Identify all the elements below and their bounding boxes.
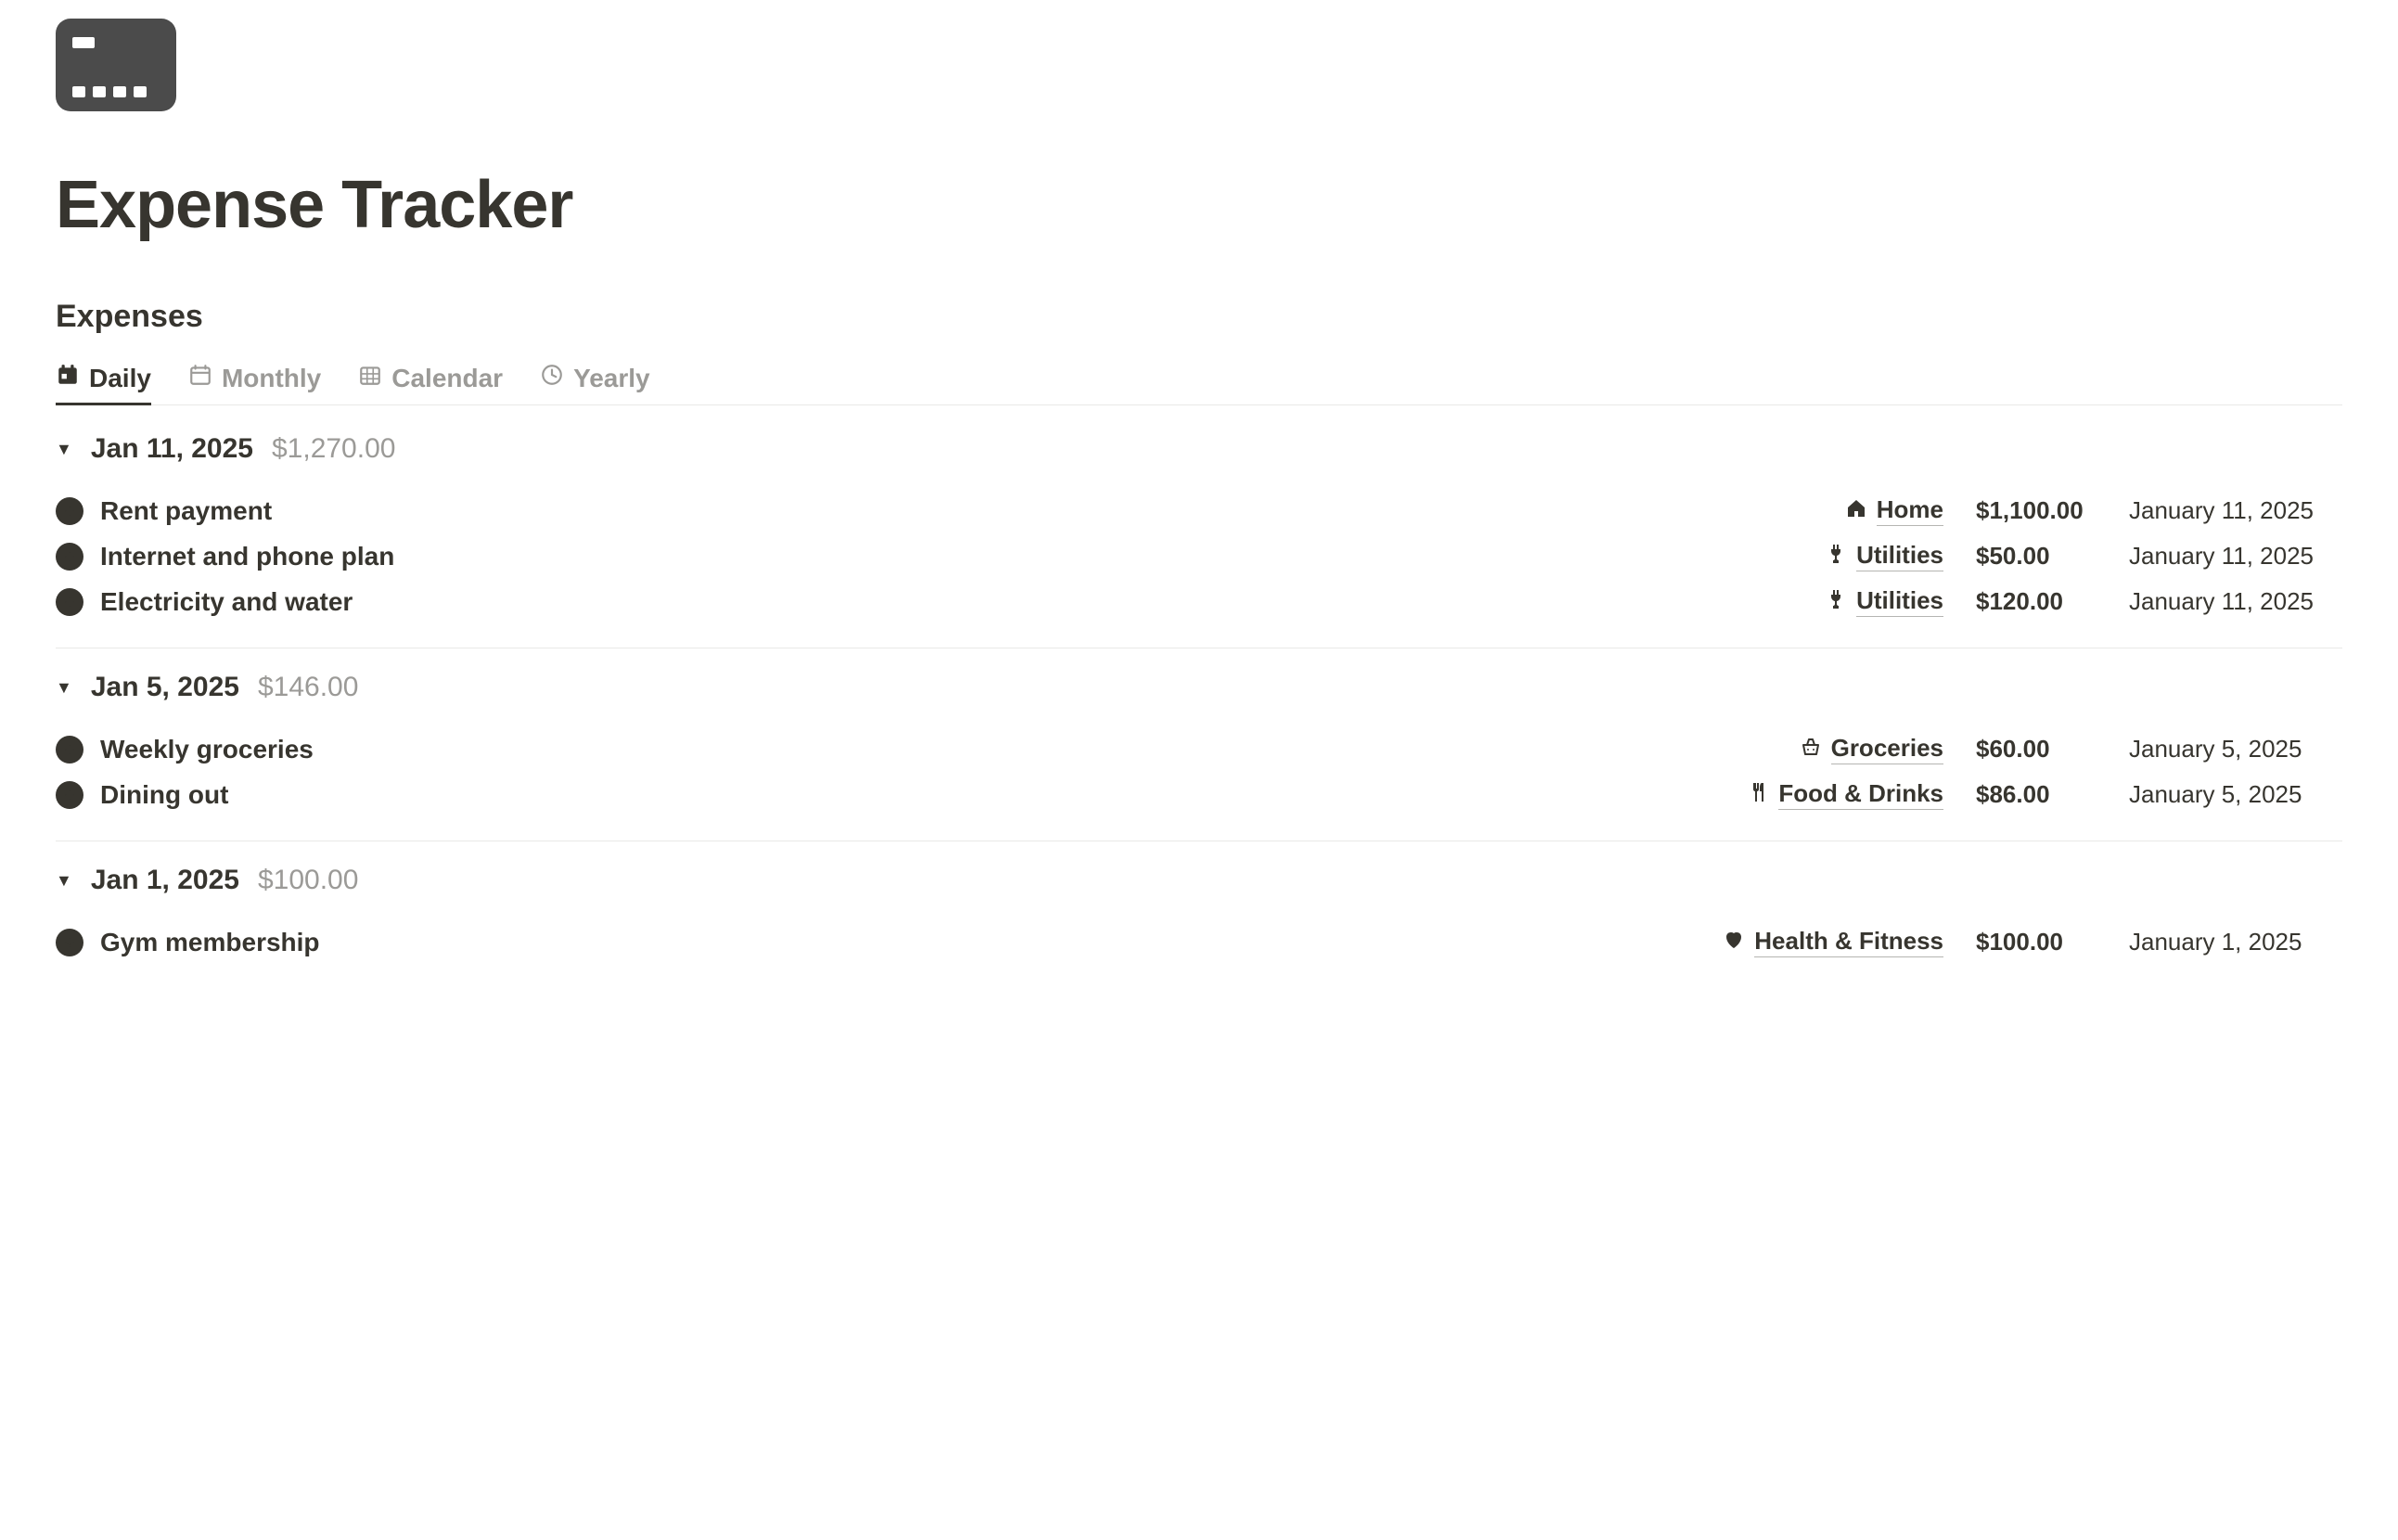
clock-icon — [540, 363, 564, 393]
heart-icon — [1723, 929, 1745, 956]
group-total: $146.00 — [258, 672, 358, 703]
expense-category[interactable]: Food & Drinks — [1747, 779, 1943, 810]
expense-name: Rent payment — [100, 496, 272, 526]
tab-label: Yearly — [573, 364, 650, 393]
group-date: Jan 5, 2025 — [91, 672, 239, 703]
expense-category[interactable]: Groceries — [1800, 734, 1943, 764]
tab-label: Calendar — [391, 364, 503, 393]
expense-name: Dining out — [100, 780, 228, 810]
expense-amount: $60.00 — [1976, 735, 2097, 764]
expense-category[interactable]: Utilities — [1825, 586, 1943, 617]
expense-row[interactable]: Weekly groceries Groceries $60.00 Januar… — [56, 726, 2342, 772]
section-title[interactable]: Expenses — [56, 299, 2342, 335]
expense-direction-icon — [56, 543, 83, 571]
tab-calendar[interactable]: Calendar — [358, 363, 503, 404]
group-total: $100.00 — [258, 865, 358, 896]
tab-daily[interactable]: Daily — [56, 363, 151, 404]
expense-direction-icon — [56, 781, 83, 809]
category-label: Utilities — [1856, 541, 1943, 571]
expense-date: January 11, 2025 — [2129, 542, 2342, 571]
tab-monthly[interactable]: Monthly — [188, 363, 321, 404]
basket-icon — [1800, 736, 1822, 763]
tab-label: Daily — [89, 364, 151, 393]
category-label: Groceries — [1831, 734, 1943, 764]
expense-category[interactable]: Health & Fitness — [1723, 927, 1943, 957]
expense-amount: $50.00 — [1976, 542, 2097, 571]
chevron-down-icon: ▼ — [56, 440, 72, 459]
home-icon — [1845, 497, 1867, 524]
plug-icon — [1825, 588, 1847, 615]
group-header[interactable]: ▼ Jan 5, 2025 $146.00 — [56, 672, 2342, 703]
expense-row[interactable]: Rent payment Home $1,100.00 January 11, … — [56, 488, 2342, 533]
chevron-down-icon: ▼ — [56, 871, 72, 891]
page-title[interactable]: Expense Tracker — [56, 167, 2342, 243]
expense-category[interactable]: Utilities — [1825, 541, 1943, 571]
expense-group: ▼ Jan 11, 2025 $1,270.00 Rent payment Ho… — [56, 433, 2342, 648]
expense-group: ▼ Jan 5, 2025 $146.00 Weekly groceries G… — [56, 672, 2342, 841]
expense-direction-icon — [56, 588, 83, 616]
expense-name: Weekly groceries — [100, 735, 314, 764]
expense-amount: $100.00 — [1976, 928, 2097, 956]
expense-name: Electricity and water — [100, 587, 353, 617]
expense-amount: $86.00 — [1976, 780, 2097, 809]
expense-date: January 11, 2025 — [2129, 587, 2342, 616]
category-label: Food & Drinks — [1778, 779, 1943, 810]
expense-date: January 5, 2025 — [2129, 780, 2342, 809]
expense-group: ▼ Jan 1, 2025 $100.00 Gym membership Hea… — [56, 865, 2342, 988]
expense-date: January 11, 2025 — [2129, 496, 2342, 525]
expense-groups: ▼ Jan 11, 2025 $1,270.00 Rent payment Ho… — [56, 433, 2342, 988]
expense-direction-icon — [56, 929, 83, 956]
expense-row[interactable]: Internet and phone plan Utilities $50.00… — [56, 533, 2342, 579]
expense-amount: $120.00 — [1976, 587, 2097, 616]
category-label: Home — [1877, 495, 1943, 526]
expense-row[interactable]: Gym membership Health & Fitness $100.00 … — [56, 919, 2342, 965]
expense-category[interactable]: Home — [1845, 495, 1943, 526]
page-icon[interactable] — [56, 19, 176, 111]
expense-amount: $1,100.00 — [1976, 496, 2097, 525]
calendar-grid-icon — [358, 363, 382, 393]
tab-yearly[interactable]: Yearly — [540, 363, 650, 404]
group-header[interactable]: ▼ Jan 11, 2025 $1,270.00 — [56, 433, 2342, 465]
view-tabs: Daily Monthly Calendar Yearly — [56, 363, 2342, 405]
expense-date: January 1, 2025 — [2129, 928, 2342, 956]
category-label: Health & Fitness — [1754, 927, 1943, 957]
expense-direction-icon — [56, 736, 83, 764]
group-header[interactable]: ▼ Jan 1, 2025 $100.00 — [56, 865, 2342, 896]
group-date: Jan 11, 2025 — [91, 433, 253, 465]
expense-direction-icon — [56, 497, 83, 525]
calendar-day-icon — [56, 363, 80, 393]
expense-date: January 5, 2025 — [2129, 735, 2342, 764]
expense-row[interactable]: Dining out Food & Drinks $86.00 January … — [56, 772, 2342, 817]
category-label: Utilities — [1856, 586, 1943, 617]
group-date: Jan 1, 2025 — [91, 865, 239, 896]
expense-name: Internet and phone plan — [100, 542, 394, 571]
chevron-down-icon: ▼ — [56, 678, 72, 698]
utensils-icon — [1747, 781, 1769, 808]
expense-row[interactable]: Electricity and water Utilities $120.00 … — [56, 579, 2342, 624]
expense-name: Gym membership — [100, 928, 320, 957]
tab-label: Monthly — [222, 364, 321, 393]
calendar-month-icon — [188, 363, 212, 393]
plug-icon — [1825, 543, 1847, 570]
group-total: $1,270.00 — [272, 433, 395, 465]
